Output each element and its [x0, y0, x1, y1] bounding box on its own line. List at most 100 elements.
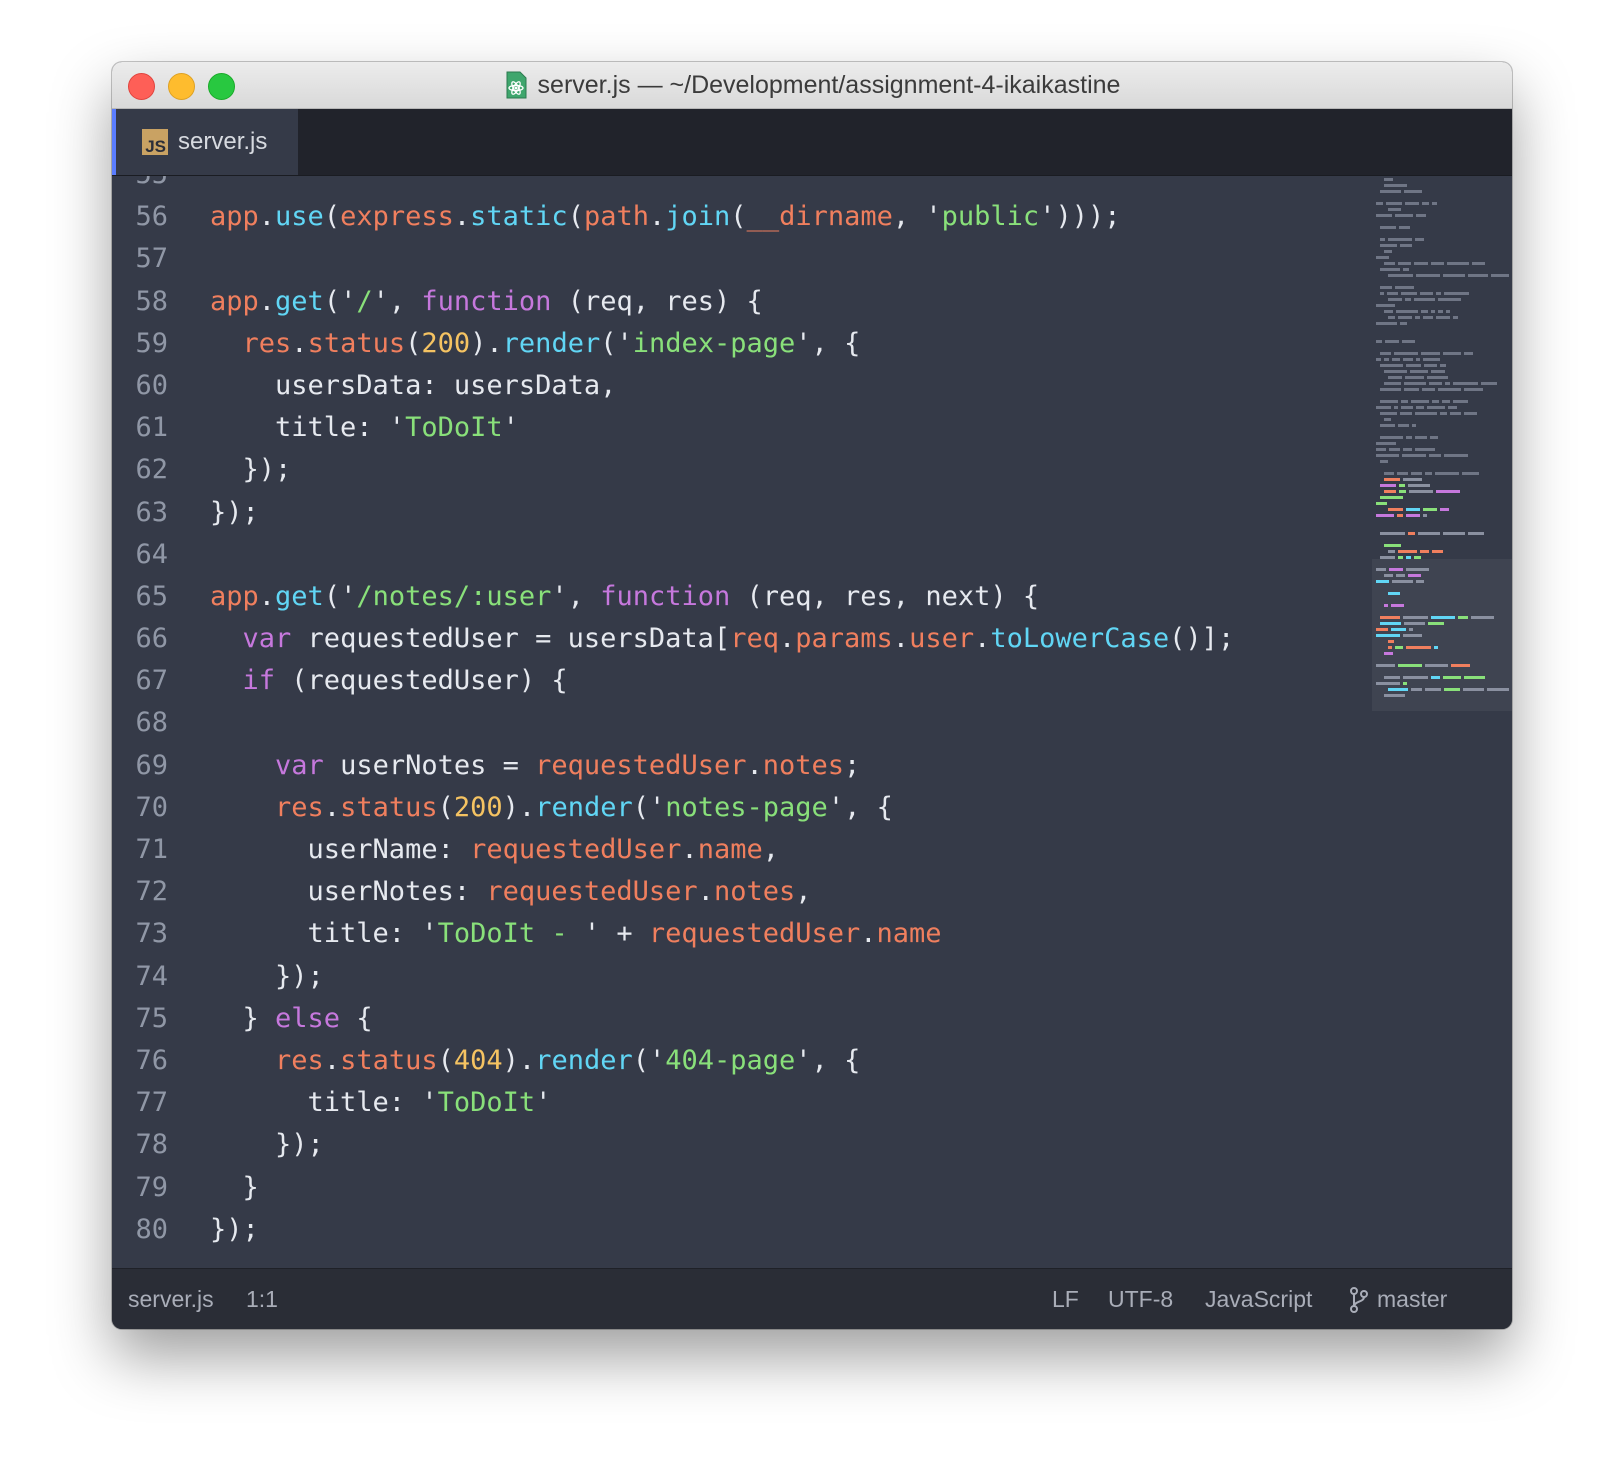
code-line[interactable]: 76 res.status(404).render('404-page', { — [112, 1040, 1234, 1082]
line-number[interactable]: 65 — [112, 576, 168, 618]
minimap-segment — [1380, 244, 1397, 247]
line-number[interactable]: 62 — [112, 449, 168, 491]
code-line[interactable]: 65 app.get('/notes/:user', function (req,… — [112, 576, 1234, 618]
status-branch[interactable]: master — [1349, 1269, 1447, 1329]
line-number[interactable]: 64 — [112, 534, 168, 576]
code-line[interactable]: 75 } else { — [112, 998, 1234, 1040]
minimap-line — [1376, 448, 1435, 451]
line-number[interactable]: 80 — [112, 1209, 168, 1251]
minimap-segment — [1420, 292, 1433, 295]
code-line[interactable]: 72 userNotes: requestedUser.notes, — [112, 871, 1234, 913]
line-number[interactable]: 58 — [112, 281, 168, 323]
minimap-segment — [1424, 364, 1437, 367]
line-number[interactable]: 70 — [112, 787, 168, 829]
minimap-line — [1384, 262, 1485, 265]
minimap-segment — [1403, 676, 1428, 679]
minimap-segment — [1376, 454, 1399, 457]
code-line[interactable]: 71 userName: requestedUser.name, — [112, 829, 1234, 871]
code-line[interactable]: 70 res.status(200).render('notes-page', … — [112, 787, 1234, 829]
code-editor[interactable]: 5556app.use(express.static(path.join(__d… — [112, 176, 1372, 1329]
code-line[interactable]: 78 }); — [112, 1124, 1234, 1166]
line-number[interactable]: 79 — [112, 1167, 168, 1209]
code-line[interactable]: 61 title: 'ToDoIt' — [112, 407, 1234, 449]
code-line[interactable]: 57 — [112, 238, 1234, 280]
line-number[interactable]: 59 — [112, 323, 168, 365]
minimap[interactable] — [1372, 176, 1512, 1329]
status-cursor-position[interactable]: 1:1 — [246, 1269, 278, 1329]
code-line[interactable]: 62 }); — [112, 449, 1234, 491]
title-bar[interactable]: server.js — ~/Development/assignment-4-i… — [112, 62, 1512, 109]
code-line[interactable]: 66 var requestedUser = usersData[req.par… — [112, 618, 1234, 660]
code-token: }); — [210, 454, 292, 486]
line-number[interactable]: 73 — [112, 913, 168, 955]
code-token: status — [307, 327, 406, 359]
minimap-segment — [1463, 688, 1484, 691]
minimap-segment — [1395, 286, 1414, 289]
code-line[interactable]: 63}); — [112, 492, 1234, 534]
code-line[interactable]: 55 — [112, 176, 1234, 196]
code-line[interactable]: 69 var userNotes = requestedUser.notes; — [112, 745, 1234, 787]
line-number[interactable]: 56 — [112, 196, 168, 238]
minimap-line — [1376, 406, 1457, 409]
code-line[interactable]: 79 } — [112, 1167, 1234, 1209]
code-token: ()]; — [1169, 623, 1235, 655]
code-line[interactable]: 80}); — [112, 1209, 1234, 1251]
code-line[interactable]: 77 title: 'ToDoIt' — [112, 1082, 1234, 1124]
minimap-segment — [1411, 400, 1429, 403]
minimap-line — [1380, 400, 1468, 403]
code-token: userNotes = — [323, 749, 536, 781]
line-number[interactable]: 55 — [112, 176, 168, 196]
minimap-segment — [1406, 508, 1420, 511]
minimap-segment — [1453, 316, 1458, 319]
line-number[interactable]: 69 — [112, 745, 168, 787]
tab-bar: JS server.js — [112, 109, 1512, 176]
code-token: requestedUser — [535, 749, 747, 781]
minimap-segment — [1380, 190, 1401, 193]
code-token: ' — [1039, 201, 1056, 233]
status-encoding[interactable]: UTF-8 — [1108, 1269, 1173, 1329]
status-filename[interactable]: server.js — [128, 1269, 214, 1329]
minimap-segment — [1443, 676, 1461, 679]
code-line[interactable]: 74 }); — [112, 956, 1234, 998]
status-grammar[interactable]: JavaScript — [1205, 1269, 1312, 1329]
line-number[interactable]: 68 — [112, 702, 168, 744]
line-number[interactable]: 66 — [112, 618, 168, 660]
line-number[interactable]: 77 — [112, 1082, 168, 1124]
minimap-segment — [1423, 316, 1433, 319]
code-line[interactable]: 73 title: 'ToDoIt - ' + requestedUser.na… — [112, 913, 1234, 955]
code-line[interactable]: 56 app.use(express.static(path.join(__dir… — [112, 196, 1234, 238]
code-line[interactable]: 58 app.get('/', function (req, res) { — [112, 281, 1234, 323]
minimap-segment — [1401, 292, 1417, 295]
line-number[interactable]: 74 — [112, 956, 168, 998]
tab-server-js[interactable]: JS server.js — [112, 109, 298, 175]
line-number[interactable]: 60 — [112, 365, 168, 407]
line-number[interactable]: 75 — [112, 998, 168, 1040]
code-line[interactable]: 64 — [112, 534, 1234, 576]
code-lines[interactable]: 5556app.use(express.static(path.join(__d… — [112, 176, 1234, 1251]
line-number[interactable]: 72 — [112, 871, 168, 913]
minimap-segment — [1384, 652, 1393, 655]
line-number[interactable]: 63 — [112, 492, 168, 534]
minimap-segment — [1404, 622, 1425, 625]
minimap-segment — [1387, 292, 1398, 295]
line-number[interactable]: 76 — [112, 1040, 168, 1082]
minimap-segment — [1399, 484, 1405, 487]
code-line[interactable]: 59 res.status(200).render('index-page', … — [112, 323, 1234, 365]
minimap-segment — [1403, 448, 1412, 451]
code-line[interactable]: 68 — [112, 702, 1234, 744]
code-line[interactable]: 67 if (requestedUser) { — [112, 660, 1234, 702]
line-number[interactable]: 78 — [112, 1124, 168, 1166]
line-number[interactable]: 67 — [112, 660, 168, 702]
minimap-segment — [1380, 556, 1395, 559]
status-line-ending[interactable]: LF — [1052, 1269, 1079, 1329]
minimap-segment — [1432, 550, 1443, 553]
minimap-segment — [1391, 628, 1406, 631]
minimap-segment — [1380, 268, 1400, 271]
minimap-segment — [1444, 688, 1460, 691]
line-number[interactable]: 61 — [112, 407, 168, 449]
line-number[interactable]: 71 — [112, 829, 168, 871]
minimap-line — [1376, 340, 1415, 343]
code-line[interactable]: 60 usersData: usersData, — [112, 365, 1234, 407]
line-number[interactable]: 57 — [112, 238, 168, 280]
line-text: title: 'ToDoIt' — [210, 1082, 552, 1124]
